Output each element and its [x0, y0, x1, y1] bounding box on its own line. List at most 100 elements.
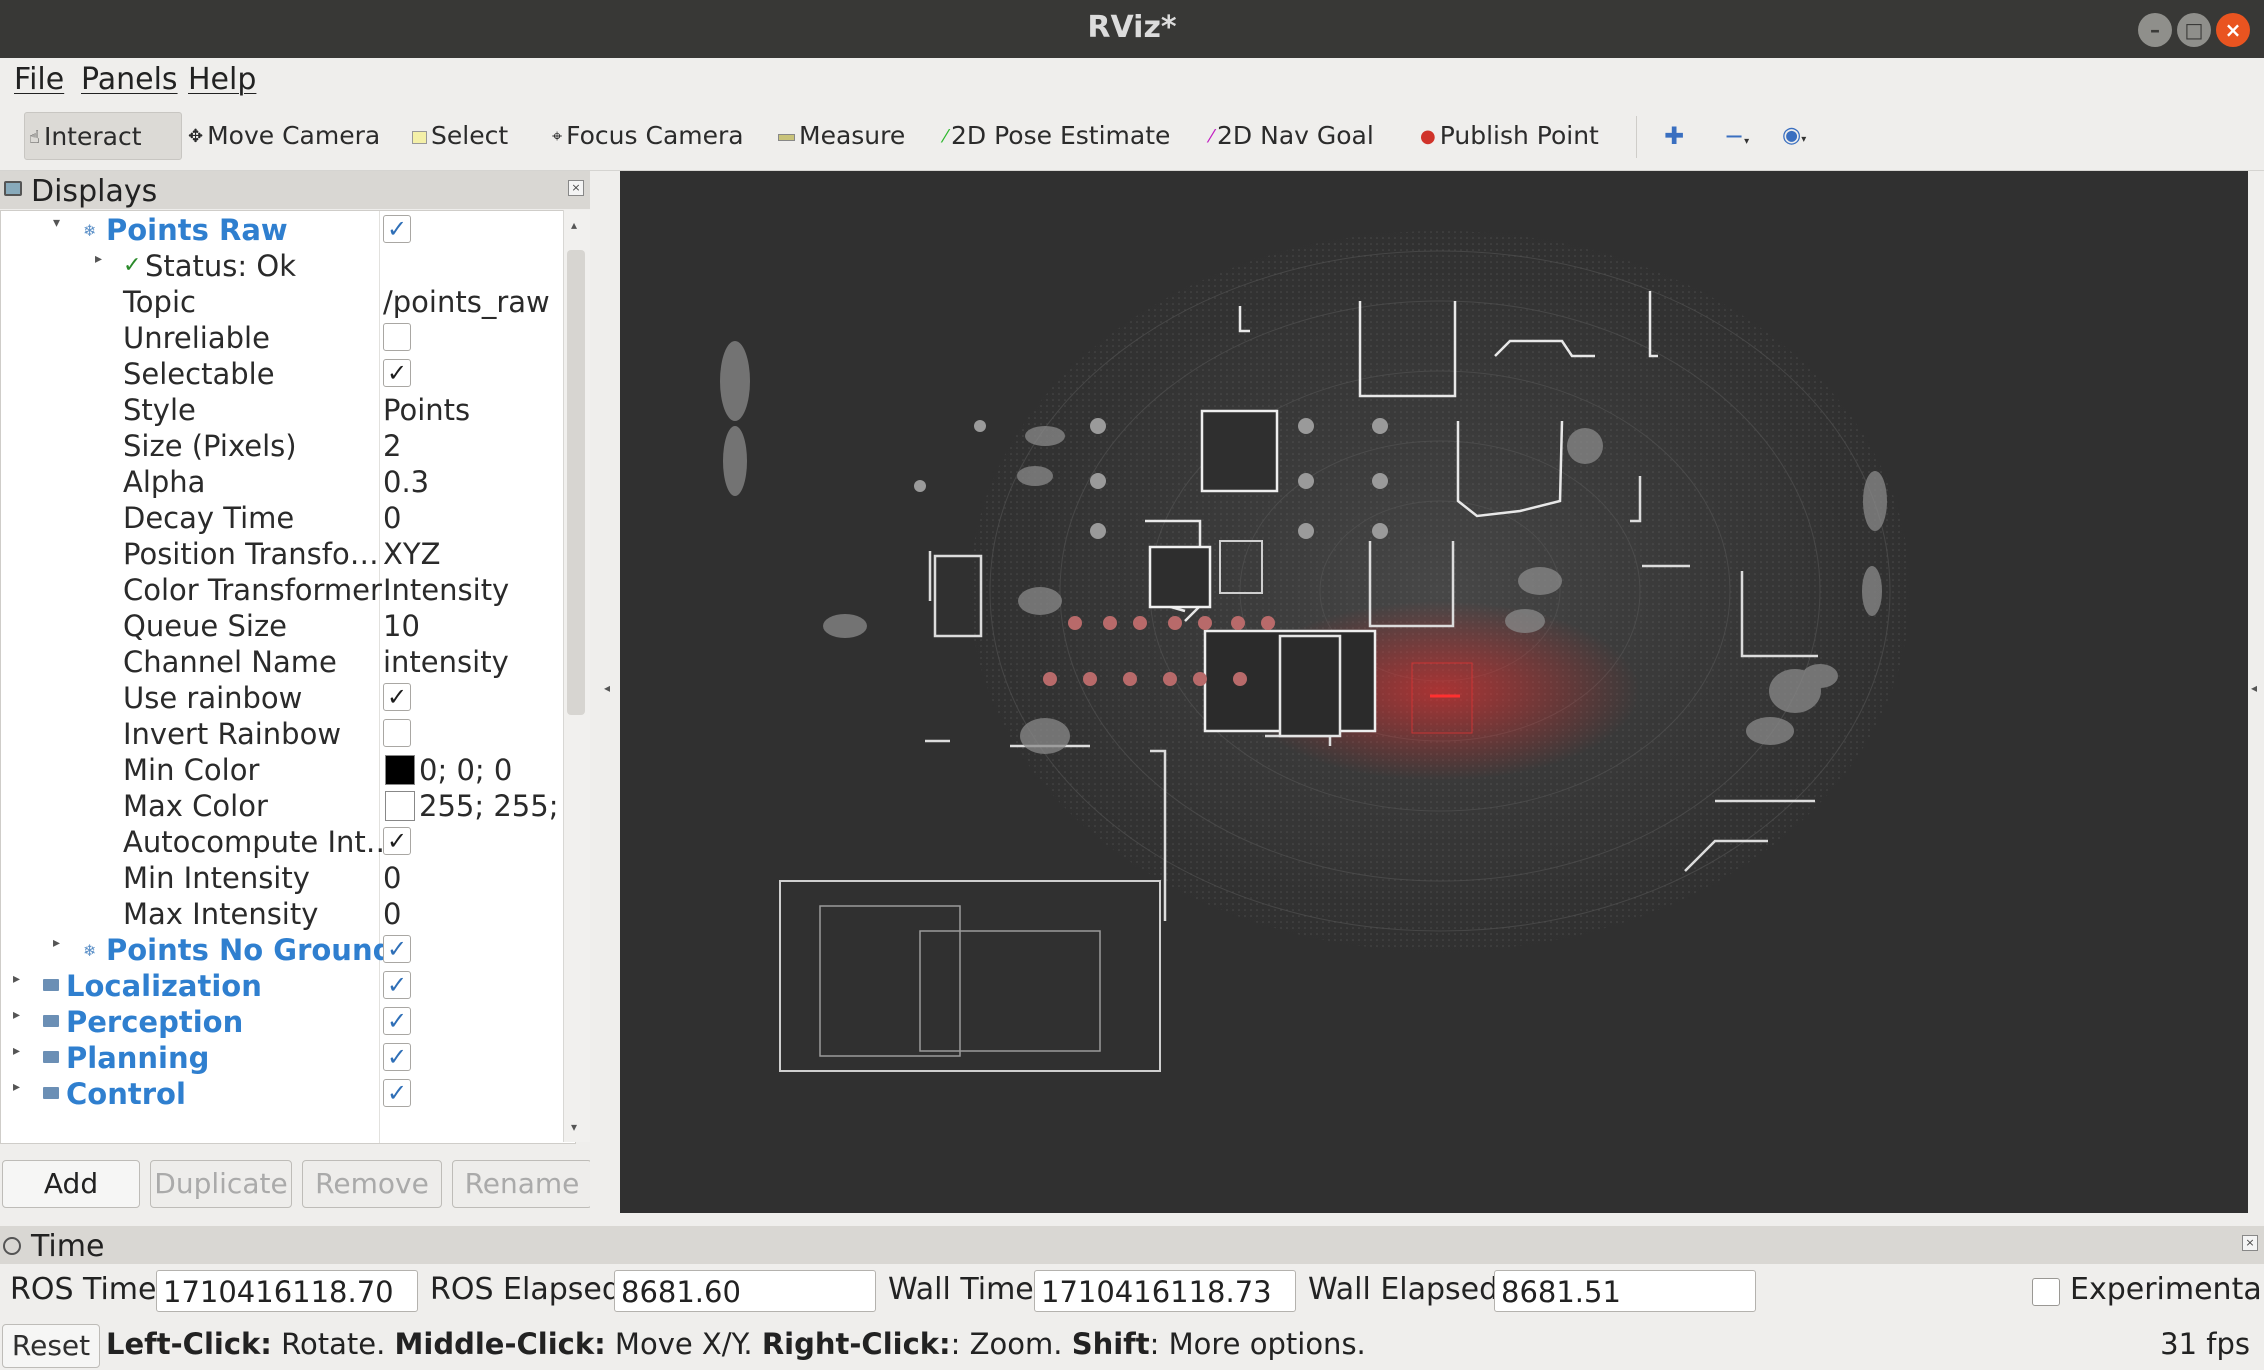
scroll-up-icon[interactable]: ▴: [571, 218, 577, 232]
maximize-button[interactable]: □: [2177, 13, 2211, 47]
property-row[interactable]: Min Intensity 0: [1, 859, 561, 895]
expand-arrow-icon[interactable]: ▸: [13, 1079, 20, 1095]
render-viewport[interactable]: [620, 171, 2248, 1213]
scroll-down-icon[interactable]: ▾: [571, 1120, 577, 1134]
display-enabled-checkbox[interactable]: ✓: [383, 215, 411, 243]
property-row[interactable]: Max Color 255; 255;: [1, 787, 561, 823]
display-points-no-ground[interactable]: ▸ ❄ Points No Ground ✓: [1, 931, 561, 967]
property-value[interactable]: intensity: [383, 645, 509, 679]
minimize-button[interactable]: –: [2138, 13, 2172, 47]
property-label: Min Intensity: [123, 861, 310, 895]
property-checkbox[interactable]: ✓: [383, 683, 411, 711]
group-enabled-checkbox[interactable]: ✓: [383, 971, 411, 999]
property-row[interactable]: Color Transformer Intensity: [1, 571, 561, 607]
property-row[interactable]: Unreliable: [1, 319, 561, 355]
expand-arrow-icon[interactable]: ▸: [13, 1043, 20, 1059]
menu-file[interactable]: File: [14, 62, 64, 97]
experimental-checkbox[interactable]: [2032, 1278, 2060, 1306]
display-name: Points Raw: [106, 213, 288, 247]
property-value[interactable]: Points: [383, 393, 470, 427]
property-row[interactable]: Channel Name intensity: [1, 643, 561, 679]
property-row[interactable]: Topic/points_raw: [1, 283, 561, 319]
expand-arrow-icon[interactable]: ▸: [13, 971, 20, 987]
property-value[interactable]: 0.3: [383, 465, 429, 499]
menu-help[interactable]: Help: [188, 62, 256, 97]
property-row[interactable]: Style Points: [1, 391, 561, 427]
reset-button[interactable]: Reset: [2, 1324, 100, 1368]
display-enabled-checkbox[interactable]: ✓: [383, 935, 411, 963]
expand-arrow-icon[interactable]: ▸: [13, 1007, 20, 1023]
tool-measure[interactable]: Measure: [778, 112, 905, 160]
group-perception[interactable]: ▸ Perception ✓: [1, 1003, 561, 1039]
property-row[interactable]: Alpha 0.3: [1, 463, 561, 499]
eye-icon[interactable]: ◉▾: [1782, 112, 1806, 160]
property-row[interactable]: Decay Time 0: [1, 499, 561, 535]
scroll-thumb[interactable]: [567, 250, 585, 715]
plus-icon[interactable]: ✚: [1664, 112, 1684, 160]
displays-scrollbar[interactable]: ▴ ▾: [563, 210, 590, 1142]
property-checkbox[interactable]: [383, 719, 411, 747]
close-button[interactable]: ×: [2216, 13, 2250, 47]
property-value[interactable]: 0; 0; 0: [419, 753, 512, 787]
property-row[interactable]: Size (Pixels) 2: [1, 427, 561, 463]
property-value[interactable]: 10: [383, 609, 420, 643]
point-cloud-render[interactable]: [620, 171, 2248, 1213]
property-value[interactable]: 0: [383, 897, 401, 931]
property-row[interactable]: Invert Rainbow: [1, 715, 561, 751]
status-row[interactable]: ▸ ✓ Status: Ok: [1, 247, 561, 283]
property-row[interactable]: Use rainbow ✓: [1, 679, 561, 715]
wall-time-field[interactable]: 1710416118.73: [1034, 1270, 1296, 1312]
tool-2d-nav-goal[interactable]: ⁄ 2D Nav Goal: [1210, 112, 1374, 160]
group-control[interactable]: ▸ Control ✓: [1, 1075, 561, 1111]
property-value[interactable]: 2: [383, 429, 401, 463]
collapse-right-icon[interactable]: ◂: [2251, 681, 2257, 695]
right-dock-handle[interactable]: ◂: [2248, 171, 2264, 1213]
tool-move-camera[interactable]: ✥ Move Camera: [188, 112, 380, 160]
property-value[interactable]: 0: [383, 501, 401, 535]
property-row[interactable]: Max Intensity 0: [1, 895, 561, 931]
add-button[interactable]: Add: [2, 1160, 140, 1208]
group-localization[interactable]: ▸ Localization ✓: [1, 967, 561, 1003]
collapse-arrow-icon[interactable]: ▾: [53, 215, 60, 231]
expand-arrow-icon[interactable]: ▸: [95, 251, 102, 267]
panel-close-icon[interactable]: ×: [568, 180, 584, 196]
display-points-raw[interactable]: ▾ ❄ Points Raw ✓: [1, 211, 561, 247]
property-row[interactable]: Position Transfo… XYZ: [1, 535, 561, 571]
duplicate-button[interactable]: Duplicate: [150, 1160, 292, 1208]
remove-button[interactable]: Remove: [302, 1160, 442, 1208]
menu-panels[interactable]: Panels: [81, 62, 178, 97]
ros-time-field[interactable]: 1710416118.70: [156, 1270, 418, 1312]
rename-button[interactable]: Rename: [452, 1160, 592, 1208]
building-block: [1278, 634, 1342, 738]
tool-2d-pose-estimate[interactable]: ⁄ 2D Pose Estimate: [944, 112, 1170, 160]
property-value[interactable]: Intensity: [383, 573, 509, 607]
tool-focus-camera[interactable]: ⌖ Focus Camera: [552, 112, 744, 160]
property-checkbox[interactable]: ✓: [383, 359, 411, 387]
group-enabled-checkbox[interactable]: ✓: [383, 1007, 411, 1035]
property-value[interactable]: 255; 255;: [419, 789, 558, 823]
tool-interact[interactable]: ☝ Interact: [24, 112, 182, 160]
group-enabled-checkbox[interactable]: ✓: [383, 1079, 411, 1107]
color-swatch[interactable]: [385, 791, 415, 821]
property-value[interactable]: XYZ: [383, 537, 440, 571]
tool-select[interactable]: Select: [412, 112, 508, 160]
tool-publish-point[interactable]: ● Publish Point: [1420, 112, 1599, 160]
property-row[interactable]: Autocompute Int… ✓: [1, 823, 561, 859]
property-checkbox[interactable]: [383, 323, 411, 351]
color-swatch[interactable]: [385, 755, 415, 785]
property-value[interactable]: /points_raw: [383, 285, 550, 319]
group-enabled-checkbox[interactable]: ✓: [383, 1043, 411, 1071]
collapse-left-icon[interactable]: ◂: [604, 681, 610, 695]
property-row[interactable]: Selectable ✓: [1, 355, 561, 391]
wall-elapsed-field[interactable]: 8681.51: [1494, 1270, 1756, 1312]
property-row[interactable]: Queue Size 10: [1, 607, 561, 643]
property-value[interactable]: 0: [383, 861, 401, 895]
expand-arrow-icon[interactable]: ▸: [53, 935, 60, 951]
panel-close-icon[interactable]: ×: [2242, 1235, 2258, 1251]
group-planning[interactable]: ▸ Planning ✓: [1, 1039, 561, 1075]
left-dock-handle[interactable]: ◂: [590, 171, 620, 1213]
property-row[interactable]: Min Color 0; 0; 0: [1, 751, 561, 787]
property-checkbox[interactable]: ✓: [383, 827, 411, 855]
minus-icon[interactable]: −▾: [1724, 112, 1749, 160]
ros-elapsed-field[interactable]: 8681.60: [614, 1270, 876, 1312]
